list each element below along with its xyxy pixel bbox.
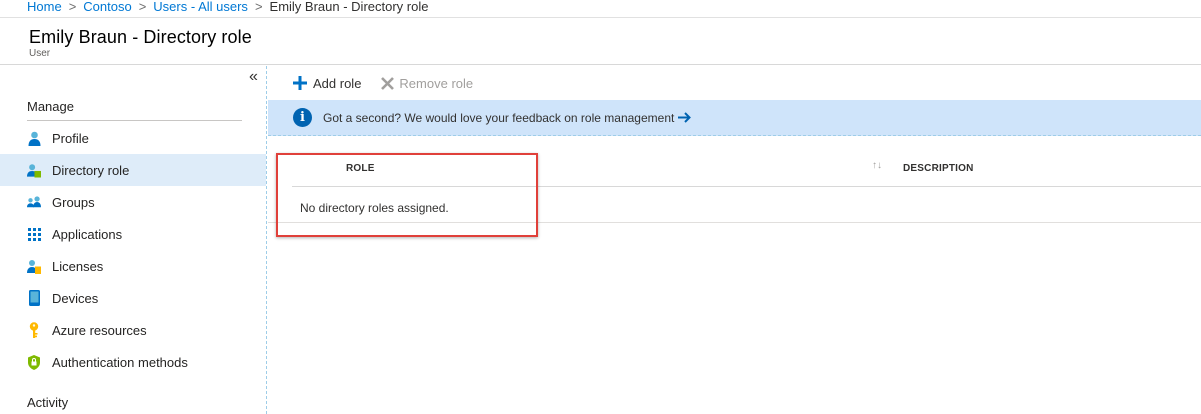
sidebar-item-label: Licenses	[52, 258, 104, 274]
breadcrumb: Home > Contoso > Users - All users > Emily Bra…	[0, 0, 1201, 18]
close-icon	[381, 76, 395, 90]
page-header: Emily Braun - Directory role User	[0, 19, 1201, 65]
directory-role-icon	[27, 162, 41, 178]
sidebar-item-devices[interactable]: Devices	[0, 282, 266, 314]
page-title: Emily Braun - Directory role	[29, 27, 252, 47]
sidebar-item-label: Authentication methods	[52, 354, 188, 370]
breadcrumb-contoso[interactable]: Contoso	[83, 0, 131, 14]
breadcrumb-separator: >	[68, 0, 77, 14]
sidebar-item-label: Groups	[52, 194, 95, 210]
breadcrumb-separator: >	[254, 0, 263, 14]
applications-icon	[27, 226, 41, 242]
feedback-banner-text: Got a second? We would love your feedbac…	[323, 110, 675, 125]
sidebar-item-directory-role[interactable]: Directory role	[0, 154, 266, 186]
sidebar-item-label: Applications	[52, 226, 123, 242]
breadcrumb-home[interactable]: Home	[27, 0, 62, 14]
page-subtitle: User	[29, 48, 51, 59]
profile-icon	[27, 130, 41, 146]
info-icon: i	[293, 108, 312, 127]
sort-icon[interactable]: ↑↓	[872, 160, 882, 171]
section-divider	[27, 120, 242, 121]
breadcrumb-current: Emily Braun - Directory role	[269, 0, 429, 14]
sidebar-item-authentication-methods[interactable]: Authentication methods	[0, 346, 266, 378]
sidebar-item-groups[interactable]: Groups	[0, 186, 266, 218]
collapse-sidebar-button[interactable]: «	[249, 69, 258, 85]
shield-icon	[27, 354, 41, 370]
add-role-button[interactable]: Add role	[292, 75, 361, 91]
table-header: ROLE ↑↓ DESCRIPTION	[292, 153, 1201, 187]
sidebar-item-label: Directory role	[52, 162, 130, 178]
breadcrumb-all-users[interactable]: Users - All users	[153, 0, 248, 14]
toolbar: Add role Remove role	[268, 66, 1201, 100]
manage-section-header: Manage	[27, 99, 74, 114]
arrow-right-icon	[678, 112, 692, 123]
sidebar-item-azure-resources[interactable]: Azure resources	[0, 314, 266, 346]
licenses-icon	[27, 258, 41, 274]
sidebar-item-label: Azure resources	[52, 322, 147, 338]
remove-role-button[interactable]: Remove role	[381, 76, 473, 91]
sidebar-item-profile[interactable]: Profile	[0, 122, 266, 154]
groups-icon	[27, 194, 41, 210]
key-icon	[27, 322, 41, 338]
add-role-label: Add role	[313, 75, 362, 91]
sidebar-item-label: Profile	[52, 130, 89, 146]
plus-icon	[292, 75, 308, 91]
main-content: Add role Remove role i Got a second? We …	[268, 66, 1201, 414]
divider	[268, 222, 1201, 223]
breadcrumb-separator: >	[138, 0, 147, 14]
remove-role-label: Remove role	[399, 75, 474, 91]
empty-state-message: No directory roles assigned.	[300, 201, 449, 215]
sidebar: « Manage Profile Directory role Groups A…	[0, 66, 267, 414]
sidebar-item-label: Devices	[52, 290, 99, 306]
activity-section-header: Activity	[27, 395, 69, 410]
sidebar-item-licenses[interactable]: Licenses	[0, 250, 266, 282]
column-header-role[interactable]: ROLE	[346, 163, 375, 174]
feedback-banner[interactable]: i Got a second? We would love your feedb…	[268, 100, 1201, 136]
devices-icon	[27, 290, 41, 306]
sidebar-item-applications[interactable]: Applications	[0, 218, 266, 250]
column-header-description[interactable]: DESCRIPTION	[903, 163, 974, 174]
